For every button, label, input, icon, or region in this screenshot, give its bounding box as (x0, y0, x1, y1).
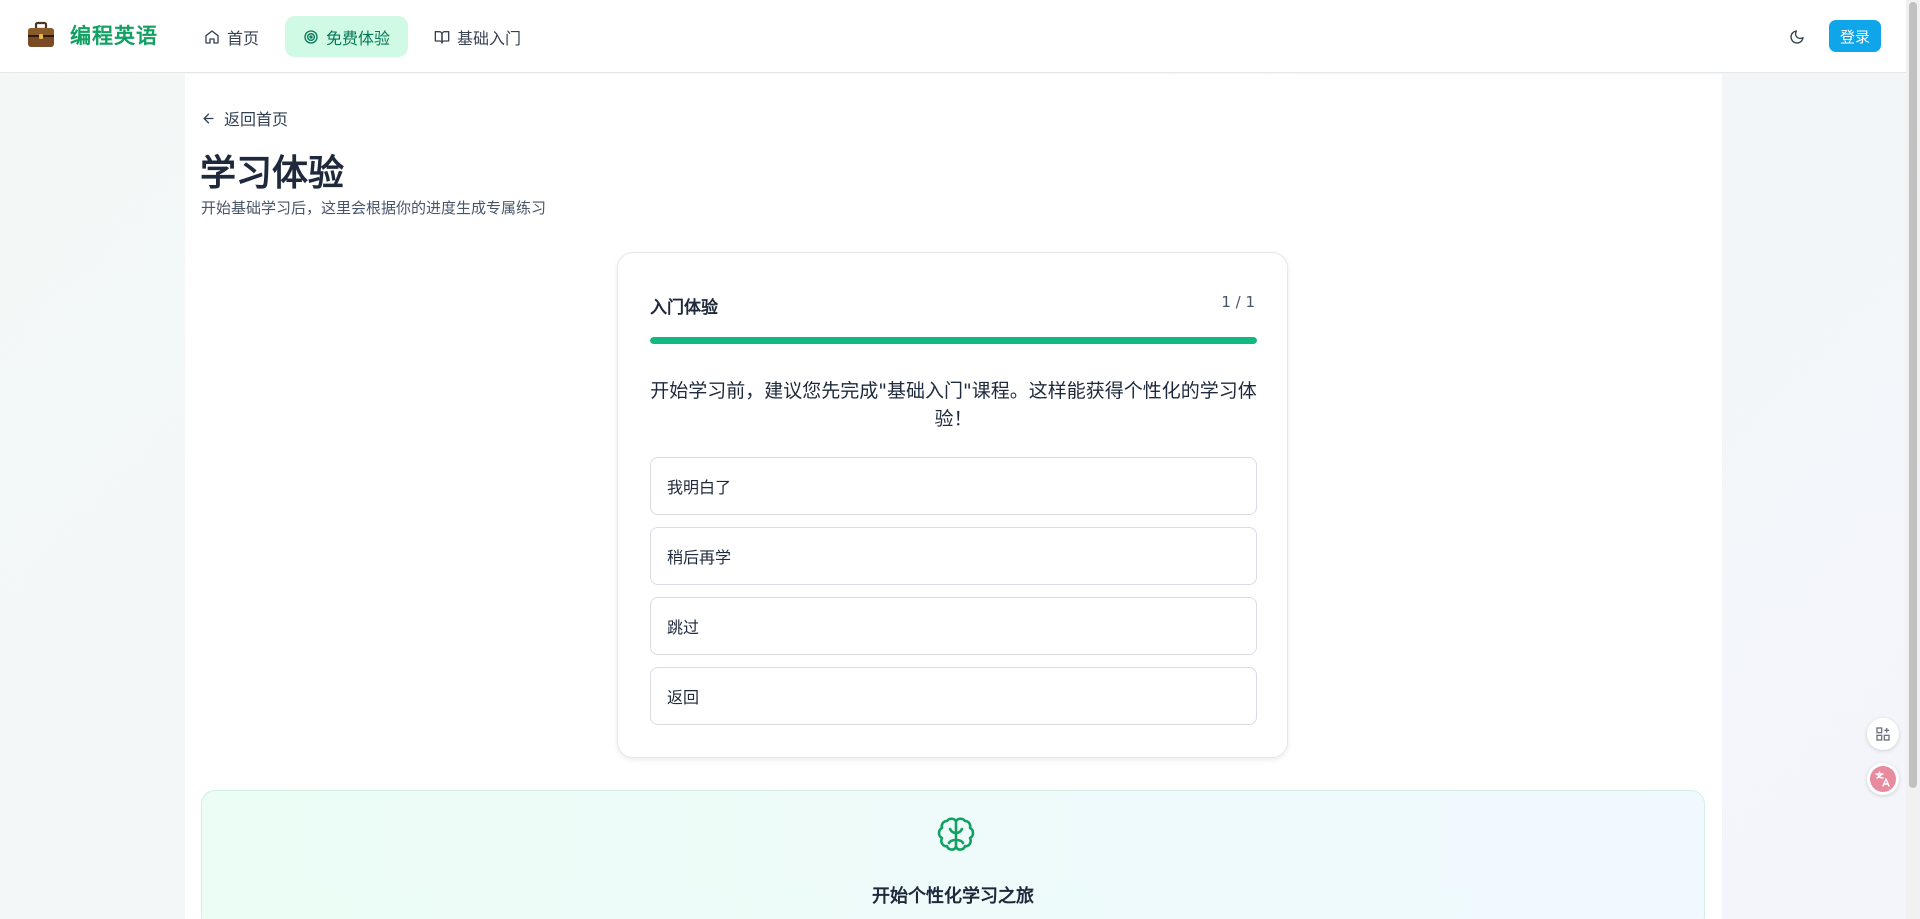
main-content: 返回首页 学习体验 开始基础学习后，这里会根据你的进度生成专属练习 入门体验 1… (185, 74, 1722, 919)
arrow-left-icon (203, 113, 214, 123)
question-text: 开始学习前，建议您先完成"基础入门"课程。这样能获得个性化的学习体验！ (650, 380, 1257, 430)
back-home-label: 返回首页 (224, 110, 289, 129)
back-home-link[interactable]: 返回首页 (201, 106, 288, 130)
nav-free-trial-label: 免费体验 (326, 28, 391, 48)
progress-fill (650, 337, 1257, 344)
options-list: 我明白了 稍后再学 跳过 返回 (650, 457, 1257, 737)
moon-icon (1790, 30, 1804, 44)
translate-icon (1870, 766, 1896, 792)
logo[interactable]: 编程英语 (26, 20, 158, 50)
nav-home-label: 首页 (227, 28, 260, 48)
apps-add-icon (1876, 727, 1890, 741)
option-back[interactable]: 返回 (650, 667, 1257, 725)
logo-text: 编程英语 (70, 24, 158, 48)
page-scrollbar[interactable] (1906, 0, 1920, 919)
nav-basics[interactable]: 基础入门 (416, 16, 539, 57)
scrollbar-thumb[interactable] (1909, 2, 1917, 788)
page-subtitle: 开始基础学习后，这里会根据你的进度生成专属练习 (201, 199, 547, 217)
nav-basics-label: 基础入门 (457, 28, 522, 48)
top-header: 编程英语 首页 免费体验 基础入门 登录 (0, 0, 1906, 73)
option-skip[interactable]: 跳过 (650, 597, 1257, 655)
briefcase-icon (28, 21, 54, 47)
nav-free-trial[interactable]: 免费体验 (285, 16, 409, 57)
quiz-card: 入门体验 1 / 1 开始学习前，建议您先完成"基础入门"课程。这样能获得个性化… (617, 252, 1288, 758)
option-understood[interactable]: 我明白了 (650, 457, 1257, 515)
card-title: 入门体验 (650, 298, 718, 318)
page-title: 学习体验 (200, 153, 345, 194)
nav-home[interactable]: 首页 (186, 16, 277, 57)
promo-title: 开始个性化学习之旅 (872, 886, 1034, 907)
promo-banner: 开始个性化学习之旅 (201, 790, 1705, 919)
apps-tool-button[interactable] (1867, 718, 1899, 750)
brain-icon (937, 817, 975, 851)
home-icon (205, 29, 219, 44)
translate-tool-button[interactable] (1867, 763, 1899, 795)
book-icon (434, 30, 450, 44)
login-button[interactable]: 登录 (1829, 20, 1881, 52)
main-nav: 首页 免费体验 基础入门 (186, 16, 547, 57)
theme-toggle-button[interactable] (1786, 26, 1808, 48)
option-later[interactable]: 稍后再学 (650, 527, 1257, 585)
progress-bar (650, 337, 1257, 344)
target-icon (304, 29, 318, 44)
question-counter: 1 / 1 (1221, 293, 1255, 311)
